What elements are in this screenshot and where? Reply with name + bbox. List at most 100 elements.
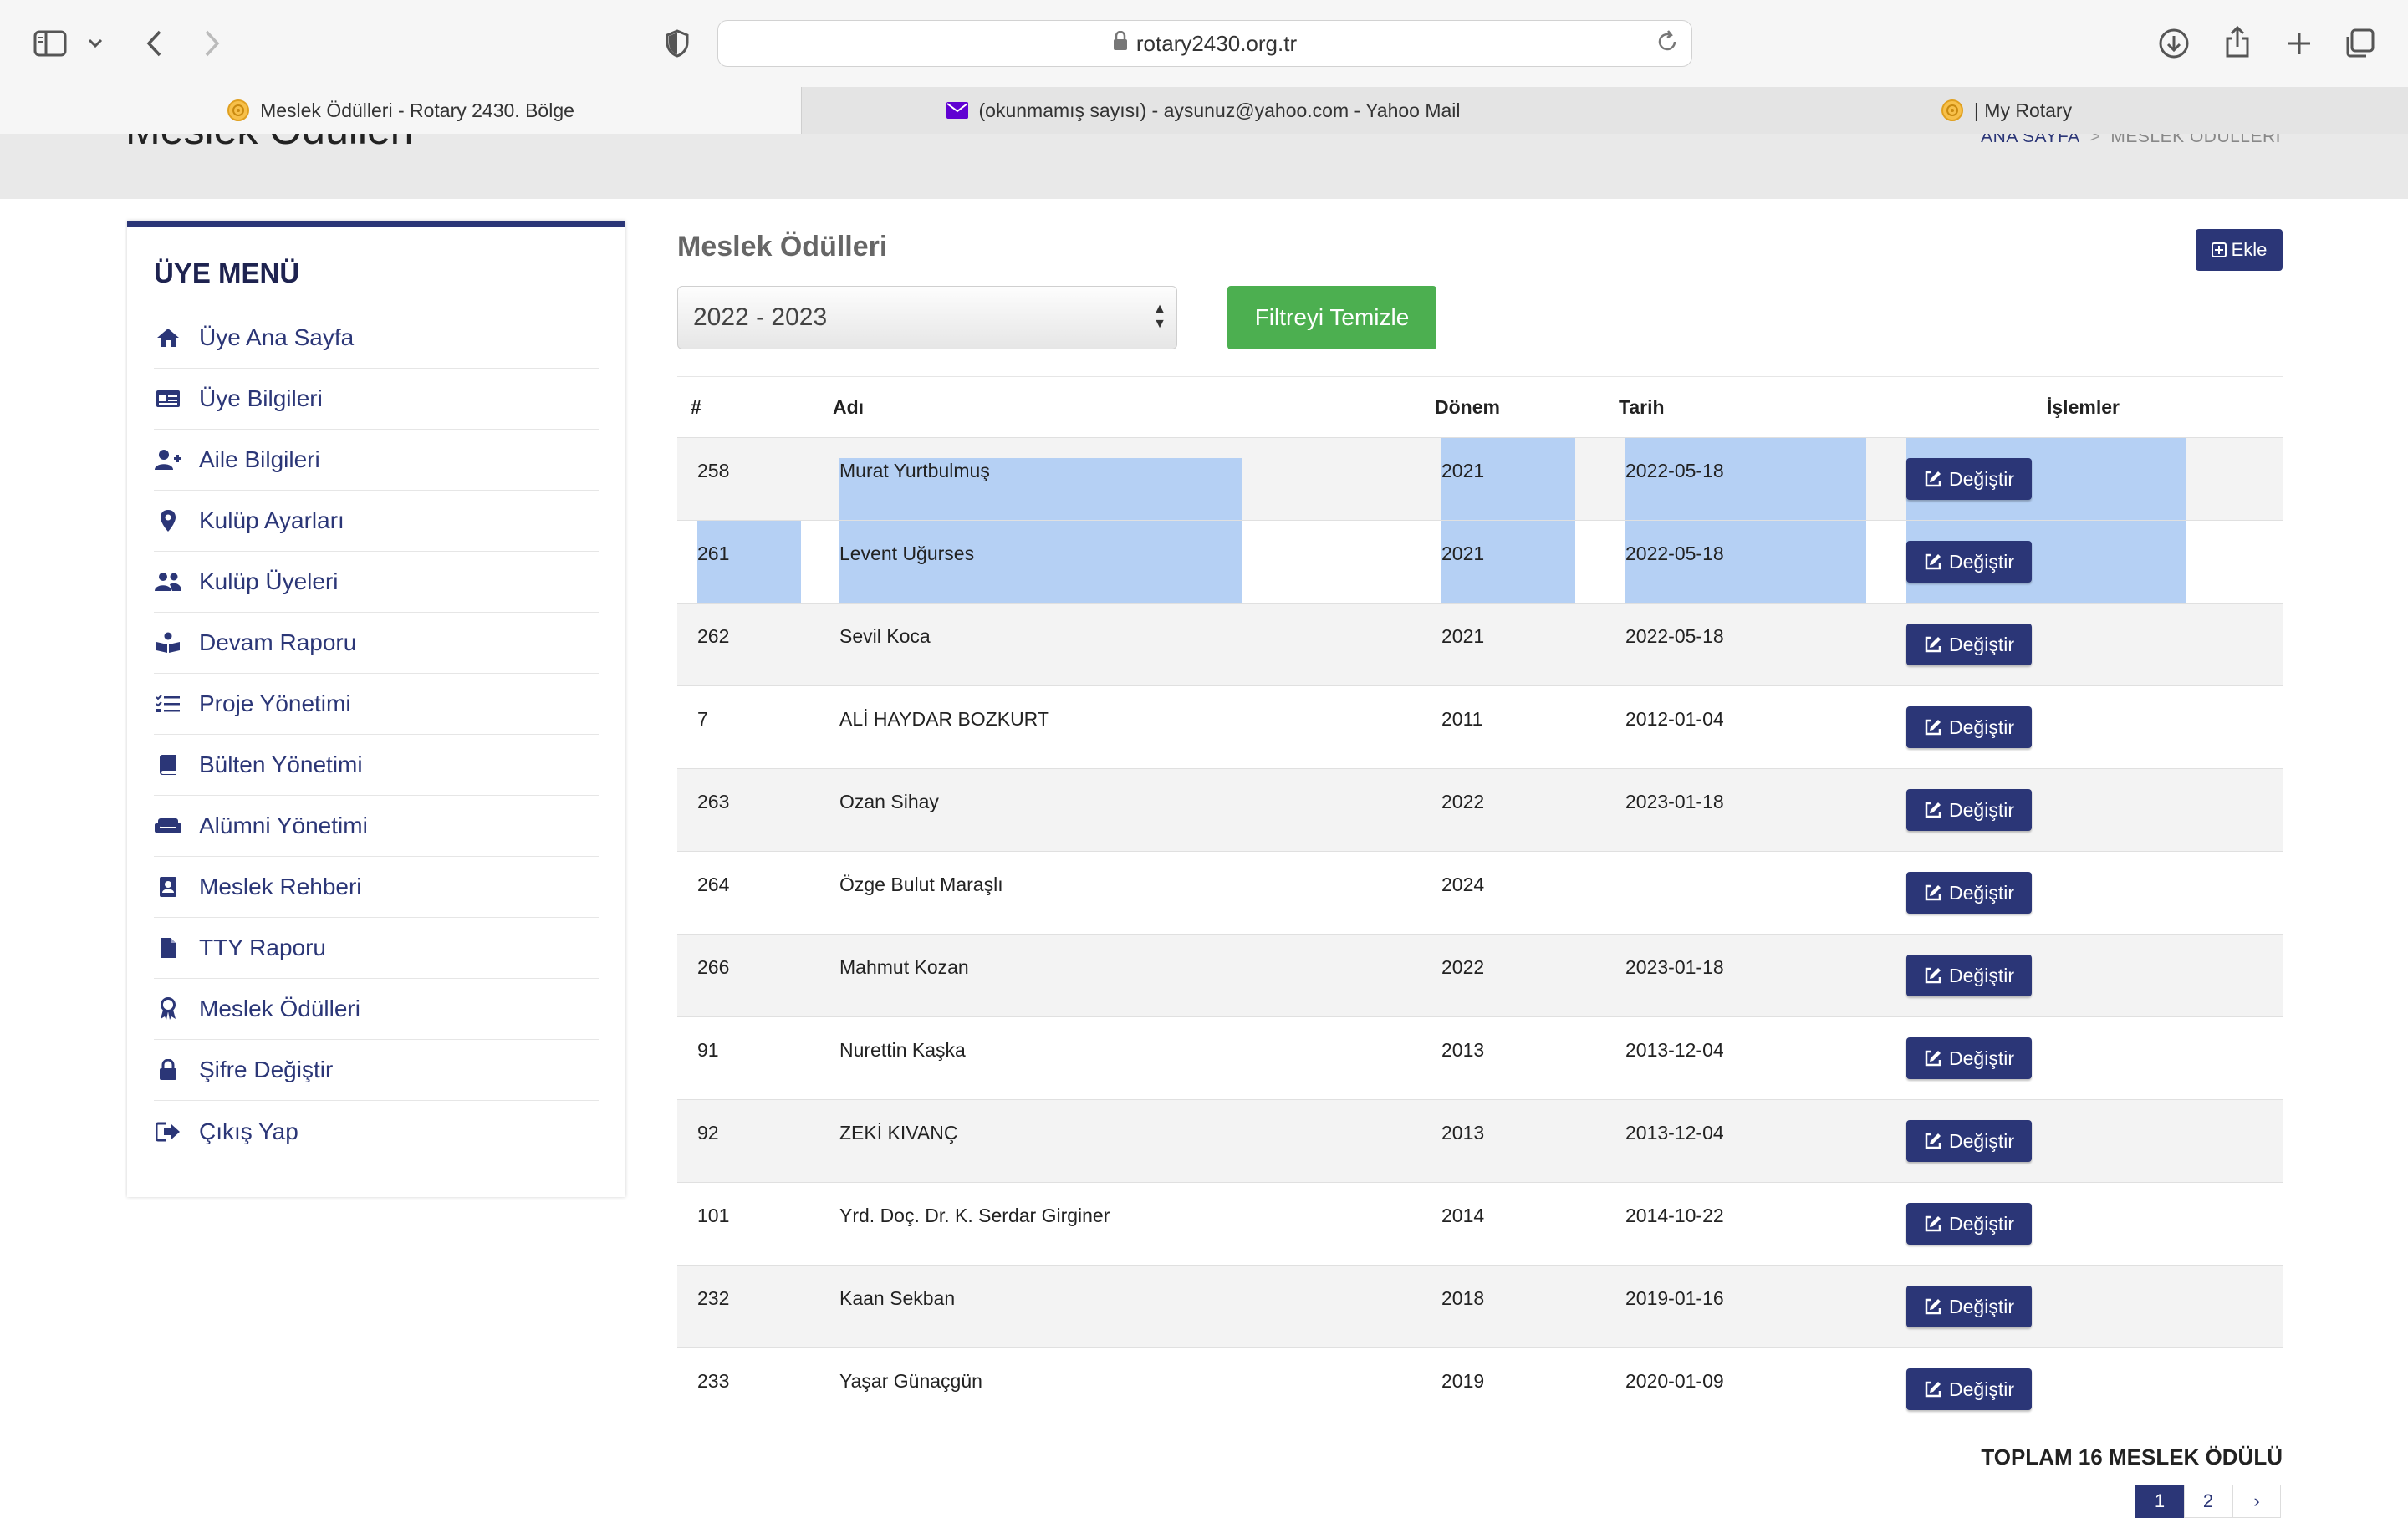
chevron-down-icon[interactable] xyxy=(84,30,107,57)
select-arrows-icon: ▲ ▼ xyxy=(1153,302,1166,331)
edit-button[interactable]: Değiştir xyxy=(1906,1286,2032,1327)
next-page-button[interactable]: › xyxy=(2232,1485,2281,1518)
sidebar-item-meslek-rehberi[interactable]: Meslek Rehberi xyxy=(154,857,599,918)
cell-id: 7 xyxy=(697,707,708,730)
edit-button-label: Değiştir xyxy=(1949,881,2014,904)
cell-period: 2022 xyxy=(1441,790,1485,812)
edit-button[interactable]: Değiştir xyxy=(1906,1368,2032,1410)
tab-meslek-odulleri[interactable]: Meslek Ödülleri - Rotary 2430. Bölge xyxy=(0,87,801,134)
download-icon[interactable] xyxy=(2155,25,2192,62)
new-tab-plus-icon[interactable] xyxy=(2281,25,2318,62)
edit-button-label: Değiştir xyxy=(1949,1212,2014,1235)
column-header-name: Adı xyxy=(833,395,865,418)
column-header-id: # xyxy=(691,395,701,418)
edit-button[interactable]: Değiştir xyxy=(1906,1120,2032,1162)
add-button-label: Ekle xyxy=(2231,239,2268,260)
sidebar-item-aile-bilgileri[interactable]: Aile Bilgileri xyxy=(154,430,599,491)
sidebar-item-proje-yonetimi[interactable]: Proje Yönetimi xyxy=(154,674,599,735)
section-title: Meslek Ödülleri xyxy=(677,231,888,262)
sidebar-item-kulup-uyeleri[interactable]: Kulüp Üyeleri xyxy=(154,552,599,613)
sidebar-item-label: Şifre Değiştir xyxy=(199,1057,334,1082)
tab-yahoo-mail[interactable]: (okunmamış sayısı) - aysunuz@yahoo.com -… xyxy=(801,87,1604,134)
edit-button[interactable]: Değiştir xyxy=(1906,541,2032,583)
table-header: # Adı Dönem Tarih İşlemler xyxy=(677,376,2283,437)
edit-button[interactable]: Değiştir xyxy=(1906,1203,2032,1245)
sidebar-item-label: Kulüp Üyeleri xyxy=(199,568,339,594)
edit-button[interactable]: Değiştir xyxy=(1906,624,2032,665)
edit-icon xyxy=(1924,884,1942,902)
sidebar-title: ÜYE MENÜ xyxy=(154,257,300,288)
tab-overview-icon[interactable] xyxy=(2341,25,2378,62)
edit-button[interactable]: Değiştir xyxy=(1906,458,2032,500)
cell-period: 2021 xyxy=(1441,542,1485,564)
period-select[interactable]: 2022 - 2023 ▲ ▼ xyxy=(677,286,1177,349)
cell-period: 2021 xyxy=(1441,624,1485,647)
edit-button[interactable]: Değiştir xyxy=(1906,872,2032,914)
edit-button-label: Değiştir xyxy=(1949,798,2014,821)
edit-icon xyxy=(1924,801,1942,819)
edit-icon xyxy=(1924,635,1942,654)
sidebar-item-meslek-odulleri[interactable]: Meslek Ödülleri xyxy=(154,979,599,1040)
users-icon xyxy=(154,572,182,592)
edit-icon xyxy=(1924,470,1942,488)
table-row: 266 Mahmut Kozan 2022 2023-01-18 Değişti… xyxy=(677,934,2283,1016)
edit-button[interactable]: Değiştir xyxy=(1906,955,2032,996)
sidebar-item-tty-raporu[interactable]: TTY Raporu xyxy=(154,918,599,979)
forward-arrow-icon[interactable] xyxy=(196,25,229,62)
clear-filter-button[interactable]: Filtreyi Temizle xyxy=(1227,286,1436,349)
cell-date: 2023-01-18 xyxy=(1625,790,1724,812)
cell-name: ALİ HAYDAR BOZKURT xyxy=(839,707,1049,730)
sidebar-item-kulup-ayarlari[interactable]: Kulüp Ayarları xyxy=(154,491,599,552)
breadcrumb-home-link[interactable]: ANA SAYFA xyxy=(1981,134,2080,146)
pagination: 1 2 › xyxy=(2135,1485,2281,1518)
cell-name: Sevil Koca xyxy=(839,624,931,647)
breadcrumb-current: MESLEK ÖDÜLLERİ xyxy=(2110,134,2281,146)
cell-name: Yaşar Günaçgün xyxy=(839,1369,982,1392)
member-sidebar: ÜYE MENÜ Üye Ana Sayfa Üye Bilgileri Ail… xyxy=(127,221,625,1197)
sidebar-item-devam-raporu[interactable]: Devam Raporu xyxy=(154,613,599,674)
sidebar-item-bulten-yonetimi[interactable]: Bülten Yönetimi xyxy=(154,735,599,796)
edit-icon xyxy=(1924,1215,1942,1233)
cell-id: 258 xyxy=(697,459,730,481)
edit-button-label: Değiştir xyxy=(1949,1378,2014,1400)
page-2-button[interactable]: 2 xyxy=(2184,1485,2232,1518)
edit-button[interactable]: Değiştir xyxy=(1906,1037,2032,1079)
cell-period: 2013 xyxy=(1441,1038,1485,1061)
sign-out-icon xyxy=(154,1122,182,1142)
cell-period: 2014 xyxy=(1441,1204,1485,1226)
address-book-icon xyxy=(154,876,182,898)
reader-icon xyxy=(154,632,182,654)
edit-button[interactable]: Değiştir xyxy=(1906,706,2032,748)
share-icon[interactable] xyxy=(2219,22,2256,62)
cell-id: 261 xyxy=(697,542,730,564)
tab-label: Meslek Ödülleri - Rotary 2430. Bölge xyxy=(260,99,574,121)
id-card-icon xyxy=(154,389,182,409)
edit-icon xyxy=(1924,553,1942,571)
add-button[interactable]: Ekle xyxy=(2196,229,2283,271)
edit-button-label: Değiştir xyxy=(1949,633,2014,655)
sidebar-item-sifre-degistir[interactable]: Şifre Değiştir xyxy=(154,1040,599,1101)
edit-icon xyxy=(1924,1380,1942,1398)
cell-name: Levent Uğurses xyxy=(839,542,975,564)
tab-my-rotary[interactable]: | My Rotary xyxy=(1604,87,2408,134)
edit-button[interactable]: Değiştir xyxy=(1906,789,2032,831)
back-arrow-icon[interactable] xyxy=(137,25,171,62)
privacy-shield-icon[interactable] xyxy=(661,27,694,60)
address-bar[interactable]: rotary2430.org.tr xyxy=(717,20,1692,67)
sidebar-item-label: Çıkış Yap xyxy=(199,1118,298,1144)
sidebar-item-alumni-yonetimi[interactable]: Alümni Yönetimi xyxy=(154,796,599,857)
cell-period: 2019 xyxy=(1441,1369,1485,1392)
cell-name: Yrd. Doç. Dr. K. Serdar Girginer xyxy=(839,1204,1110,1226)
reload-icon[interactable] xyxy=(1655,29,1680,60)
sidebar-toggle-icon[interactable] xyxy=(32,25,69,62)
sidebar-item-label: Alümni Yönetimi xyxy=(199,812,368,838)
sidebar-item-cikis-yap[interactable]: Çıkış Yap xyxy=(154,1101,599,1162)
cell-date: 2014-10-22 xyxy=(1625,1204,1724,1226)
page-1-button[interactable]: 1 xyxy=(2135,1485,2184,1518)
plus-square-icon xyxy=(2211,242,2227,257)
period-select-value: 2022 - 2023 xyxy=(693,303,828,331)
sidebar-item-uye-ana-sayfa[interactable]: Üye Ana Sayfa xyxy=(154,308,599,369)
sidebar-item-label: Üye Bilgileri xyxy=(199,385,323,411)
cell-period: 2021 xyxy=(1441,459,1485,481)
sidebar-item-uye-bilgileri[interactable]: Üye Bilgileri xyxy=(154,369,599,430)
